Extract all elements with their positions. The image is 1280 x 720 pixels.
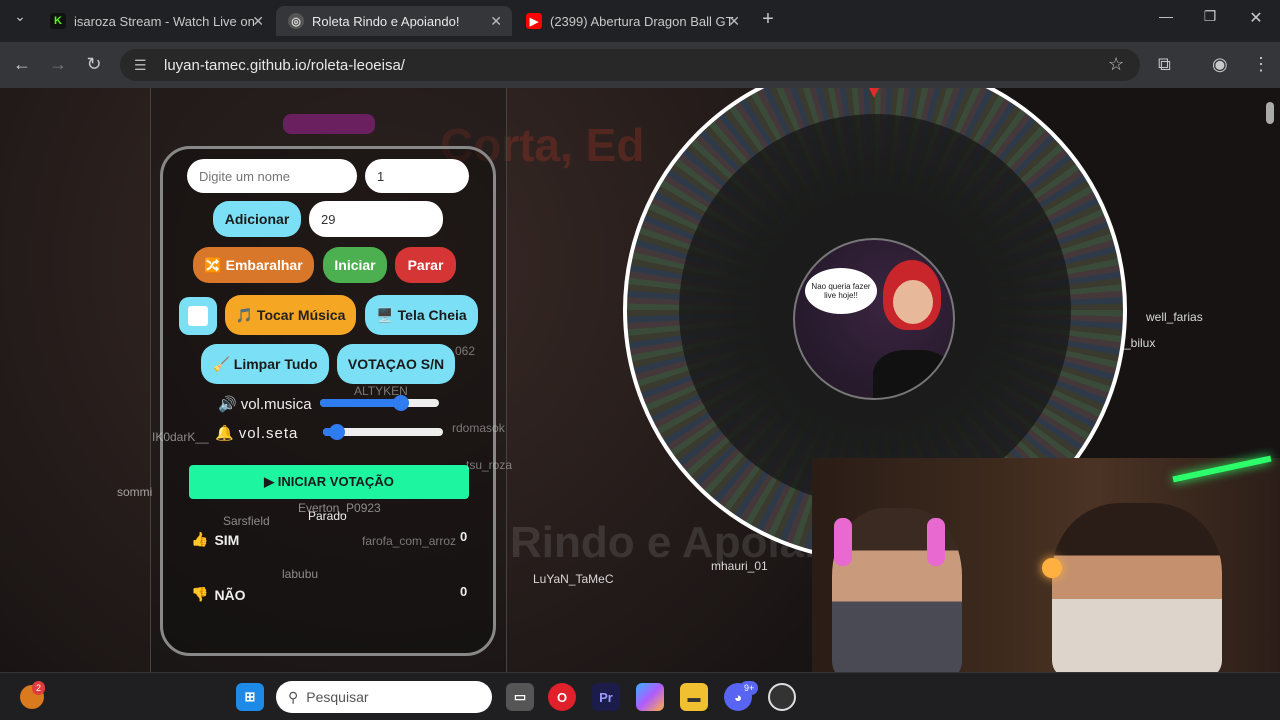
close-icon[interactable]: ✕	[252, 13, 264, 30]
vote-yes-count: 0	[460, 529, 468, 544]
kick-icon: K	[50, 13, 66, 29]
quantity-input[interactable]: 1	[365, 159, 469, 193]
vote-no-count: 0	[460, 584, 468, 599]
tab-bar: ⌄ K isaroza Stream - Watch Live on ✕ ◎ R…	[0, 0, 1280, 42]
chat-name: labubu	[282, 567, 319, 581]
premiere-icon[interactable]: Pr	[592, 683, 620, 711]
vote-yes-row: 👍 SIM	[191, 531, 240, 548]
taskbar-search[interactable]: ⚲ Pesquisar	[276, 681, 492, 713]
top-badge	[283, 114, 375, 134]
add-button[interactable]: Adicionar	[213, 201, 301, 237]
fullscreen-button[interactable]: 🖥️ Tela Cheia	[365, 295, 478, 335]
music-volume-fill	[320, 399, 401, 407]
obs-icon[interactable]	[768, 683, 796, 711]
new-tab-icon[interactable]: +	[756, 8, 780, 31]
number-input[interactable]: 29	[309, 201, 443, 237]
close-icon[interactable]: ✕	[728, 13, 740, 30]
bell-icon: 🔔	[215, 425, 235, 442]
chat-name: rdomasok	[452, 421, 505, 435]
chat-name: Everton_P0923	[298, 501, 381, 515]
chat-name: farofa_com_arroz	[362, 534, 457, 548]
arrow-volume-label: 🔔 vol.seta	[215, 424, 299, 443]
youtube-icon: ▶	[526, 13, 542, 29]
chat-name: IK0darK__	[152, 430, 209, 444]
chat-name: ALTYKEN	[354, 384, 408, 398]
page-content: Corta, Ed Rindo e Apoiand 1 Adicionar 29…	[0, 88, 1280, 672]
discord-badge: 9+	[740, 681, 759, 695]
taskbar: 2 ⊞ ⚲ Pesquisar ▭ O Pr ▬ ◕ 9+	[0, 672, 1280, 720]
chat-name: mhauri_01	[711, 559, 768, 573]
play-music-button[interactable]: 🎵 Tocar Música	[225, 295, 356, 335]
wheel-center-image: Nao queria fazer live hoje!!	[793, 238, 955, 400]
neon-light	[1172, 455, 1272, 483]
thumbs-down-icon: 👎	[191, 586, 209, 602]
chat-name: tsu_roza	[466, 458, 513, 472]
tab-roleta[interactable]: ◎ Roleta Rindo e Apoiando! ✕	[276, 6, 512, 36]
music-volume-slider[interactable]	[320, 395, 439, 411]
tab-youtube[interactable]: ▶ (2399) Abertura Dragon Ball GT ✕	[514, 6, 750, 36]
wheel-pointer	[869, 88, 879, 98]
reload-icon[interactable]: ↻	[82, 54, 106, 75]
checkbox-wrapper[interactable]	[179, 297, 217, 335]
checkbox[interactable]	[188, 306, 208, 326]
opera-icon[interactable]: O	[548, 683, 576, 711]
start-voting-button[interactable]: ▶ INICIAR VOTAÇÃO	[189, 465, 469, 499]
minimize-icon[interactable]: —	[1154, 8, 1178, 24]
name-input[interactable]	[187, 159, 357, 193]
globe-icon: ◎	[288, 13, 304, 29]
chat-name: LuYaN_TaMeC	[533, 572, 614, 586]
webcam-overlay	[812, 455, 1280, 672]
profile-icon[interactable]: ◉	[1212, 54, 1228, 75]
tab-search-icon[interactable]: ⌄	[8, 8, 32, 25]
headphone-icon	[927, 518, 945, 566]
windows-start-icon[interactable]: ⊞	[236, 683, 264, 711]
url-field[interactable]: ☰ luyan-tamec.github.io/roleta-leoeisa/	[120, 49, 1140, 81]
avatar-face	[893, 280, 933, 324]
stop-button[interactable]: Parar	[395, 247, 456, 283]
copilot-icon[interactable]	[636, 683, 664, 711]
site-info-icon[interactable]: ☰	[134, 57, 152, 74]
chat-name: sommi	[117, 485, 153, 499]
vote-no-row: 👎 NÃO	[191, 586, 246, 603]
vote-yes-no-button[interactable]: VOTAÇAO S/N	[337, 344, 455, 384]
candle-light	[1042, 558, 1062, 578]
music-volume-label: 🔊 vol.musica	[218, 395, 312, 414]
chat-name: _bilux	[1124, 336, 1156, 350]
start-button[interactable]: Iniciar	[323, 247, 387, 283]
shuffle-button[interactable]: 🔀 Embaralhar	[193, 247, 314, 283]
arrow-volume-slider[interactable]	[323, 424, 443, 440]
chat-name: Sarsfield	[223, 514, 270, 528]
tab-kick[interactable]: K isaroza Stream - Watch Live on ✕	[38, 6, 274, 36]
chat-name: 062	[455, 344, 476, 358]
window-close-icon[interactable]: ✕	[1244, 8, 1268, 28]
notification-badge: 2	[32, 681, 46, 695]
chat-name: well_farias	[1146, 310, 1203, 324]
task-view-icon[interactable]: ▭	[506, 683, 534, 711]
bookmark-star-icon[interactable]: ☆	[1108, 54, 1124, 75]
headphone-icon	[834, 518, 852, 566]
thumbs-up-icon: 👍	[191, 531, 209, 547]
scrollbar-thumb[interactable]	[1266, 102, 1274, 124]
clear-all-button[interactable]: 🧹 Limpar Tudo	[201, 344, 329, 384]
address-bar: ← → ↻ ☰ luyan-tamec.github.io/roleta-leo…	[0, 42, 1280, 88]
tab-title: (2399) Abertura Dragon Ball GT	[550, 13, 734, 29]
avatar-shirt	[873, 350, 953, 398]
forward-icon[interactable]: →	[46, 54, 70, 75]
streamer-right	[1052, 503, 1222, 672]
restore-icon[interactable]: ❐	[1198, 8, 1222, 25]
close-icon[interactable]: ✕	[490, 13, 502, 30]
extensions-icon[interactable]: ⧉	[1158, 54, 1171, 75]
tab-title: Roleta Rindo e Apoiando!	[312, 13, 460, 29]
back-icon[interactable]: ←	[10, 54, 34, 75]
search-icon: ⚲	[288, 688, 299, 705]
tab-title: isaroza Stream - Watch Live on	[74, 13, 255, 29]
speech-bubble: Nao queria fazer live hoje!!	[805, 268, 877, 314]
speaker-icon: 🔊	[218, 396, 237, 413]
file-explorer-icon[interactable]: ▬	[680, 683, 708, 711]
menu-icon[interactable]: ⋮	[1252, 54, 1270, 75]
url-text: luyan-tamec.github.io/roleta-leoeisa/	[164, 56, 405, 74]
